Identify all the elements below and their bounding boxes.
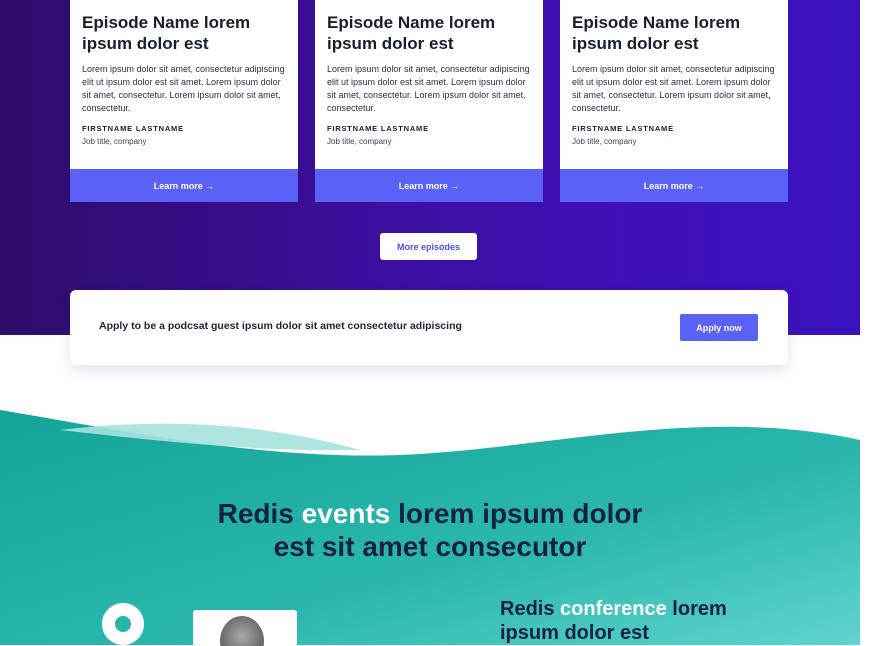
- conference-heading-line2: ipsum dolor est: [500, 622, 649, 644]
- learn-more-button[interactable]: Learn more →: [315, 169, 543, 202]
- apply-now-button[interactable]: Apply now: [680, 314, 758, 341]
- more-episodes-button[interactable]: More episodes: [380, 233, 477, 260]
- learn-more-button[interactable]: Learn more →: [560, 169, 788, 202]
- apply-guest-banner: Apply to be a podcsat guest ipsum dolor …: [70, 290, 788, 365]
- conference-heading-prefix: Redis: [500, 598, 561, 620]
- guest-job-title: Job title, company: [327, 137, 392, 146]
- conference-heading-rest: lorem: [666, 598, 727, 620]
- events-heading-highlight: events: [301, 498, 391, 529]
- conference-heading-highlight: conference: [560, 598, 667, 620]
- guest-name: FIRSTNAME LASTNAME: [327, 124, 429, 133]
- episode-title: Episode Name lorem ipsum dolor est: [82, 13, 251, 53]
- speaker-avatar: [220, 616, 264, 646]
- episode-card: Episode Name lorem ipsum dolor est Lorem…: [315, 0, 543, 202]
- page-edge: [860, 0, 872, 645]
- events-heading-line2: est sit amet consecutor: [273, 531, 587, 562]
- events-heading-prefix: Redis: [217, 498, 302, 529]
- guest-job-title: Job title, company: [572, 137, 637, 146]
- conference-heading: Redis conference lorem ipsum dolor est: [500, 597, 727, 645]
- events-heading-rest: lorem ipsum dolor: [390, 498, 643, 529]
- episode-title: Episode Name lorem ipsum dolor est: [572, 13, 741, 53]
- episode-description: Lorem ipsum dolor sit amet, consectetur …: [572, 64, 775, 113]
- episode-title: Episode Name lorem ipsum dolor est: [327, 13, 496, 53]
- episode-card: Episode Name lorem ipsum dolor est Lorem…: [560, 0, 788, 202]
- episode-description: Lorem ipsum dolor sit amet, consectetur …: [327, 64, 530, 113]
- guest-name: FIRSTNAME LASTNAME: [572, 124, 674, 133]
- learn-more-button[interactable]: Learn more →: [70, 169, 298, 202]
- episode-description: Lorem ipsum dolor sit amet, consectetur …: [82, 64, 285, 113]
- guest-job-title: Job title, company: [82, 137, 147, 146]
- apply-guest-text: Apply to be a podcsat guest ipsum dolor …: [99, 320, 462, 332]
- events-heading: Redis events lorem ipsum dolor est sit a…: [130, 497, 730, 563]
- guest-name: FIRSTNAME LASTNAME: [82, 124, 184, 133]
- episode-card: Episode Name lorem ipsum dolor est Lorem…: [70, 0, 298, 202]
- speaker-photo: [193, 610, 297, 646]
- location-pin-icon: [102, 603, 144, 645]
